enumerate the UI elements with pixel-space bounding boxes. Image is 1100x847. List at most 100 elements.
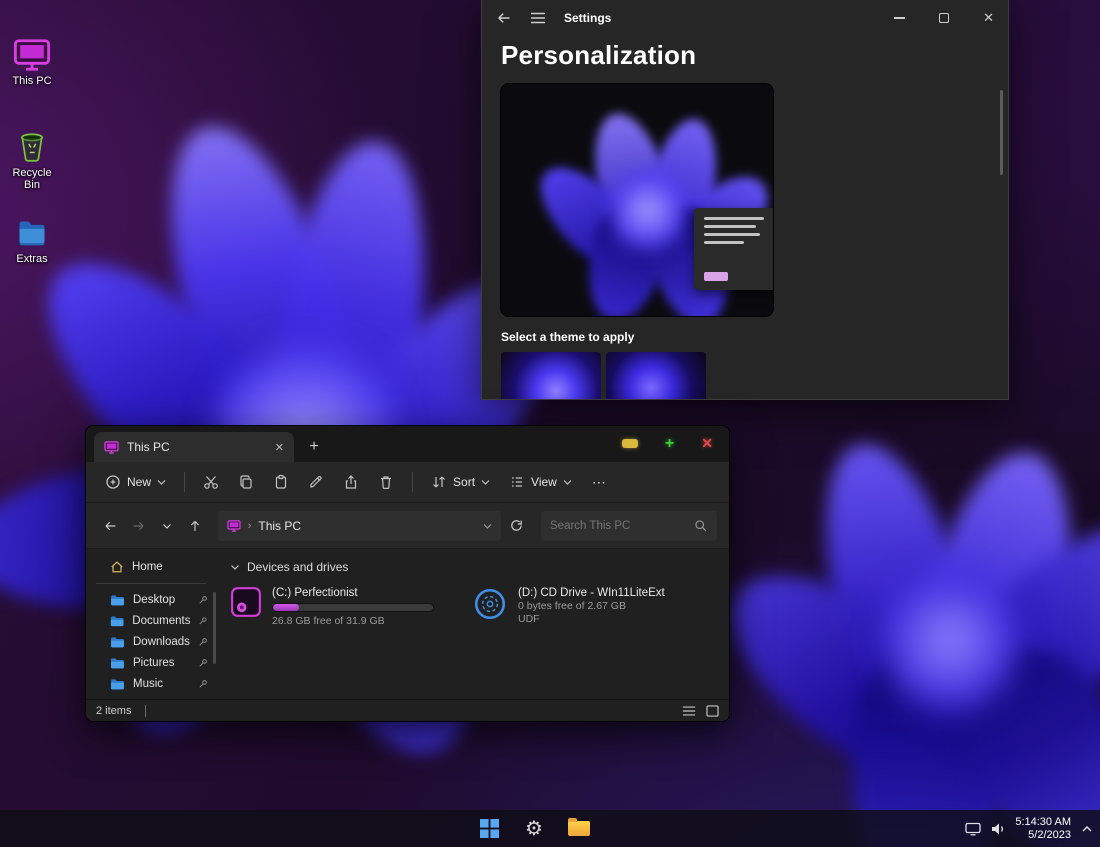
preview-text-line <box>704 225 756 228</box>
up-button[interactable] <box>183 513 207 539</box>
sidebar-item-pictures[interactable]: Pictures <box>86 652 216 673</box>
sort-button[interactable]: Sort <box>426 470 495 494</box>
back-icon[interactable] <box>496 10 512 26</box>
preview-text-line <box>704 217 764 220</box>
chevron-down-icon <box>563 480 572 485</box>
up-icon <box>191 520 200 531</box>
new-tab-button[interactable]: + <box>300 433 328 461</box>
sidebar-item-downloads[interactable]: Downloads <box>86 631 216 652</box>
cut-button[interactable] <box>198 470 224 494</box>
pin-icon <box>199 658 207 667</box>
sidebar-item-label: Downloads <box>133 635 190 648</box>
desktop-icon-recycle-bin[interactable]: Recycle Bin <box>5 128 59 191</box>
large-icons-view-icon[interactable] <box>706 704 719 717</box>
refresh-icon <box>511 520 523 531</box>
chevron-down-icon <box>163 523 171 529</box>
view-button[interactable]: View <box>504 470 577 494</box>
sidebar-scrollbar[interactable] <box>213 592 216 664</box>
tab-this-pc[interactable]: This PC ✕ <box>94 432 294 462</box>
start-button[interactable] <box>472 813 506 844</box>
settings-scrollbar[interactable] <box>1000 90 1003 175</box>
view-icon <box>512 477 523 487</box>
share-button[interactable] <box>338 470 364 494</box>
chevron-down-icon[interactable] <box>483 522 492 530</box>
volume-icon[interactable] <box>990 822 1006 836</box>
taskbar-settings-button[interactable]: ⚙ <box>517 813 551 844</box>
details-view-icon[interactable] <box>682 705 696 717</box>
display-tray-icon[interactable] <box>965 822 981 836</box>
pin-icon <box>199 637 207 646</box>
new-button-label: New <box>127 475 152 489</box>
breadcrumb[interactable]: › This PC <box>217 510 501 541</box>
plus-circle-icon <box>106 475 120 489</box>
sidebar-item-documents[interactable]: Documents <box>86 610 216 631</box>
view-button-label: View <box>531 475 557 489</box>
breadcrumb-location: This PC <box>258 518 302 533</box>
chevron-down-icon <box>231 565 239 570</box>
this-pc-icon <box>13 39 51 71</box>
pin-icon <box>199 616 207 624</box>
search-icon <box>695 519 707 531</box>
sidebar-item-music[interactable]: Music <box>86 673 216 694</box>
drive-c-item[interactable]: (C:) Perfectionist 26.8 GB free of 31.9 … <box>230 586 434 628</box>
section-header-devices[interactable]: Devices and drives <box>226 560 729 574</box>
sidebar-item-label: Desktop <box>133 593 176 606</box>
status-bar: 2 items <box>86 699 729 721</box>
minimize-icon[interactable] <box>894 17 906 19</box>
close-icon[interactable]: ✕ <box>701 435 713 452</box>
tray-overflow-icon[interactable] <box>1080 824 1094 834</box>
recycle-bin-icon <box>21 133 43 162</box>
search-box[interactable] <box>541 510 717 541</box>
navigation-pane: Home Desktop Documents Downloads Picture… <box>86 550 216 699</box>
clock[interactable]: 5:14:30 AM 5/2/2023 <box>1015 816 1071 842</box>
forward-button[interactable] <box>126 513 150 539</box>
folder-icon <box>111 636 124 647</box>
drive-free-space: 0 bytes free of 2.67 GB <box>518 600 626 612</box>
back-icon <box>105 521 116 530</box>
refresh-button[interactable] <box>505 513 529 539</box>
drive-icon <box>231 587 261 617</box>
maximize-icon[interactable] <box>939 13 950 23</box>
desktop-icon-this-pc[interactable]: This PC <box>5 38 59 87</box>
theme-thumbnail-1[interactable] <box>501 352 601 399</box>
folder-icon <box>111 678 124 689</box>
close-icon[interactable]: ✕ <box>983 10 994 26</box>
rename-button[interactable] <box>303 470 329 494</box>
drive-d-item[interactable]: (D:) CD Drive - WIn11LiteExt 0 bytes fre… <box>472 586 665 628</box>
folder-icon <box>111 657 124 668</box>
pin-icon <box>199 679 207 688</box>
paste-button[interactable] <box>268 470 294 494</box>
preview-text-line <box>704 241 744 244</box>
settings-title: Settings <box>564 11 612 25</box>
sidebar-item-label: Home <box>132 560 163 573</box>
desktop-icon-extras[interactable]: Extras <box>5 218 59 265</box>
delete-button[interactable] <box>373 470 399 494</box>
drive-filesystem: UDF <box>518 613 540 625</box>
back-button[interactable] <box>98 513 122 539</box>
new-button[interactable]: New <box>100 470 171 494</box>
sidebar-item-label: Music <box>133 677 164 690</box>
search-input[interactable] <box>550 519 694 532</box>
item-count: 2 items <box>96 704 132 717</box>
sidebar-item-label: Pictures <box>133 656 175 669</box>
sidebar-item-home[interactable]: Home <box>86 556 216 577</box>
clock-time: 5:14:30 AM <box>1015 815 1071 828</box>
home-icon <box>111 561 123 573</box>
recent-locations-button[interactable] <box>155 513 179 539</box>
copy-icon <box>240 475 252 489</box>
hamburger-menu-icon[interactable] <box>530 11 546 25</box>
folder-icon <box>568 818 590 836</box>
theme-thumbnail-2[interactable] <box>606 352 706 399</box>
maximize-icon[interactable]: + <box>665 435 674 451</box>
tab-close-icon[interactable]: ✕ <box>275 441 284 454</box>
minimize-icon[interactable] <box>621 439 638 448</box>
taskbar-explorer-button[interactable] <box>562 813 596 844</box>
theme-preview <box>501 84 773 316</box>
sidebar-item-desktop[interactable]: Desktop <box>86 589 216 610</box>
copy-button[interactable] <box>233 470 259 494</box>
folder-icon <box>19 221 45 246</box>
chevron-down-icon <box>157 480 166 485</box>
tab-strip: This PC ✕ + + ✕ <box>86 426 729 462</box>
more-options-button[interactable]: ⋯ <box>586 474 613 491</box>
drive-free-space: 26.8 GB free of 31.9 GB <box>272 615 385 627</box>
